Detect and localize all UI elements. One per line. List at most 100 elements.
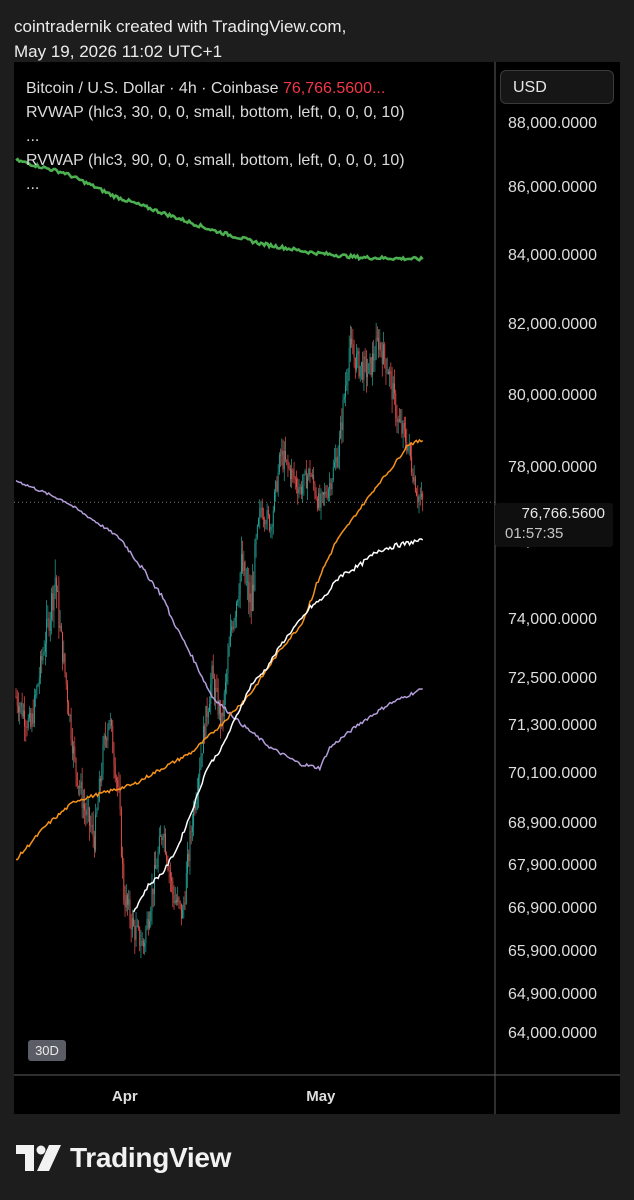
candle-body: [204, 726, 206, 740]
candle-body: [162, 837, 164, 841]
candle-body: [362, 362, 364, 380]
candle-body: [312, 475, 313, 477]
candle-body: [172, 880, 174, 895]
indicator-2-more[interactable]: ...: [26, 173, 405, 197]
candle-body: [253, 584, 255, 591]
candle-body: [156, 867, 158, 869]
candle-body: [364, 356, 366, 360]
candle-body: [140, 945, 142, 947]
candle-body: [307, 476, 308, 489]
candle-body: [247, 581, 248, 583]
candle-body: [206, 705, 208, 718]
candle-body: [244, 561, 246, 583]
candle-body: [46, 619, 48, 644]
candle-body: [30, 713, 32, 727]
candle-body: [248, 581, 250, 603]
candle-body: [191, 826, 193, 833]
candle-body: [205, 705, 207, 740]
candle-body: [416, 491, 418, 496]
candle-body: [69, 714, 71, 716]
candle-body: [53, 586, 55, 611]
candle-body: [165, 833, 166, 854]
candle-body: [179, 901, 181, 904]
candle-body: [112, 725, 114, 753]
candle-body: [35, 695, 37, 696]
candle-body: [358, 351, 360, 377]
candle-body: [256, 525, 258, 538]
candle-body: [20, 702, 22, 707]
candle-body: [310, 476, 312, 477]
symbol-label[interactable]: Bitcoin / U.S. Dollar · 4h · Coinbase: [26, 80, 279, 97]
candle-body: [334, 462, 335, 468]
candle-body: [359, 366, 361, 377]
candle-body: [231, 626, 233, 631]
candle-body: [229, 630, 231, 646]
candle-body: [346, 380, 348, 386]
candle-body: [86, 809, 88, 816]
candle-body: [163, 833, 165, 838]
candle-body: [180, 903, 182, 919]
candle-body: [52, 593, 54, 611]
candle-body: [369, 357, 371, 364]
candle-body: [361, 362, 362, 367]
candle-body: [390, 371, 392, 375]
candle-body: [283, 450, 285, 470]
candle-body: [335, 457, 337, 463]
candle-body: [374, 358, 376, 361]
range-badge[interactable]: 30D: [28, 1040, 66, 1061]
candle-body: [263, 517, 264, 520]
candle-body: [288, 466, 290, 469]
candle-body: [413, 477, 415, 482]
candle-body: [95, 813, 97, 851]
candle-body: [320, 494, 322, 508]
candle-body: [68, 702, 70, 716]
candle-body: [16, 696, 18, 706]
currency-button[interactable]: USD: [500, 70, 614, 104]
candle-body: [93, 836, 95, 851]
candle-body: [387, 372, 389, 375]
candle-body: [304, 470, 306, 474]
candle-body: [128, 899, 130, 905]
candle-body: [15, 696, 17, 698]
candle-body: [349, 338, 351, 349]
candle-body: [289, 468, 291, 480]
indicator-2-label[interactable]: RVWAP (hlc3, 90, 0, 0, small, bottom, le…: [26, 149, 405, 173]
candle-body: [134, 925, 136, 940]
candle-body: [51, 593, 52, 620]
candle-body: [233, 620, 235, 630]
candle-body: [41, 655, 43, 661]
candle-body: [102, 745, 104, 774]
candle-body: [379, 342, 381, 350]
candle-body: [65, 673, 67, 685]
candle-body: [24, 710, 26, 727]
candle-body: [43, 651, 45, 654]
candle-body: [389, 371, 391, 375]
candle-body: [199, 768, 201, 778]
candle-body: [315, 494, 317, 499]
price-tick-label: 88,000.0000: [508, 115, 597, 132]
indicator-1-more[interactable]: ...: [26, 125, 405, 149]
price-axis: 88,000.0000 86,000.0000 84,000.0000 82,000.…: [14, 62, 620, 1114]
time-tick-label: Apr: [112, 1088, 138, 1105]
candle-body: [352, 344, 354, 355]
price-tick-label: 74,000.0000: [508, 611, 597, 628]
candle-body: [403, 422, 405, 430]
candle-body: [286, 459, 288, 461]
candle-body: [220, 704, 222, 725]
candle-body: [109, 719, 111, 721]
candle-body: [209, 703, 210, 712]
candle-body: [144, 943, 146, 947]
candle-body: [297, 487, 299, 494]
candle-body: [271, 526, 273, 528]
candle-body: [281, 450, 283, 455]
candle-body: [64, 653, 66, 674]
indicator-1-label[interactable]: RVWAP (hlc3, 30, 0, 0, small, bottom, le…: [26, 101, 405, 125]
candle-body: [187, 854, 188, 874]
candle-body: [182, 909, 184, 919]
candle-body: [255, 537, 257, 544]
candle-body: [98, 778, 100, 802]
candle-body: [57, 591, 59, 592]
candle-body: [174, 900, 176, 904]
candle-body: [340, 422, 342, 439]
candle-body: [338, 438, 340, 456]
